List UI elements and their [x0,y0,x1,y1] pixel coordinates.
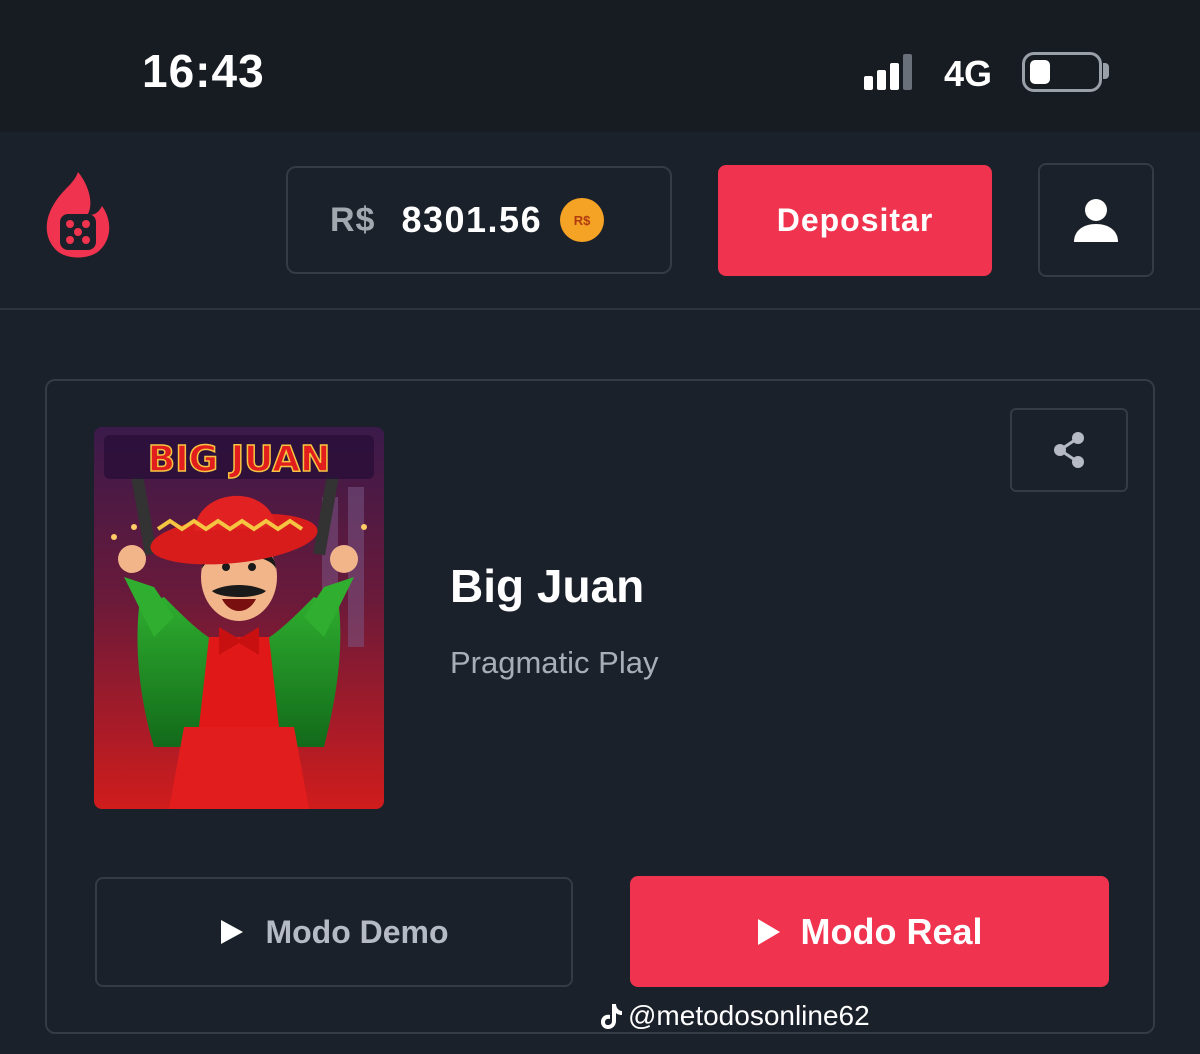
game-provider: Pragmatic Play [450,645,659,680]
signal-icon [864,54,912,90]
deposit-button[interactable]: Depositar [718,165,992,276]
header-divider [0,308,1200,310]
balance-currency: R$ [330,200,376,239]
battery-tip [1103,63,1109,79]
play-icon [221,920,244,944]
balance-amount: 8301.56 [401,199,543,240]
network-type: 4G [944,53,993,94]
play-icon [758,918,781,945]
game-thumbnail[interactable]: BIG JUAN [94,427,384,809]
flame-dice-logo[interactable] [40,170,116,260]
thumbnail-title: BIG JUAN [148,439,330,480]
profile-button[interactable] [1038,163,1154,277]
game-card: BIG JUAN Big Juan Pragmatic Play Modo De… [45,379,1155,1034]
demo-mode-label: Modo Demo [265,913,449,950]
real-mode-button[interactable]: Modo Real [630,876,1109,987]
game-title: Big Juan [450,560,645,612]
coin-icon: R$ [560,198,605,242]
watermark: @metodosonline62 [600,1000,870,1032]
tiktok-icon [601,1004,622,1029]
balance-display[interactable]: R$ 8301.56 R$ [286,166,672,274]
battery-icon [1022,52,1102,92]
share-icon [1054,432,1084,468]
status-bar: 16:43 4G [0,0,1200,132]
real-mode-label: Modo Real [800,910,983,952]
demo-mode-button[interactable]: Modo Demo [95,877,573,987]
watermark-text: @metodosonline62 [628,1000,870,1031]
user-icon [1074,199,1118,242]
share-button[interactable] [1010,408,1128,492]
status-time: 16:43 [142,45,265,97]
